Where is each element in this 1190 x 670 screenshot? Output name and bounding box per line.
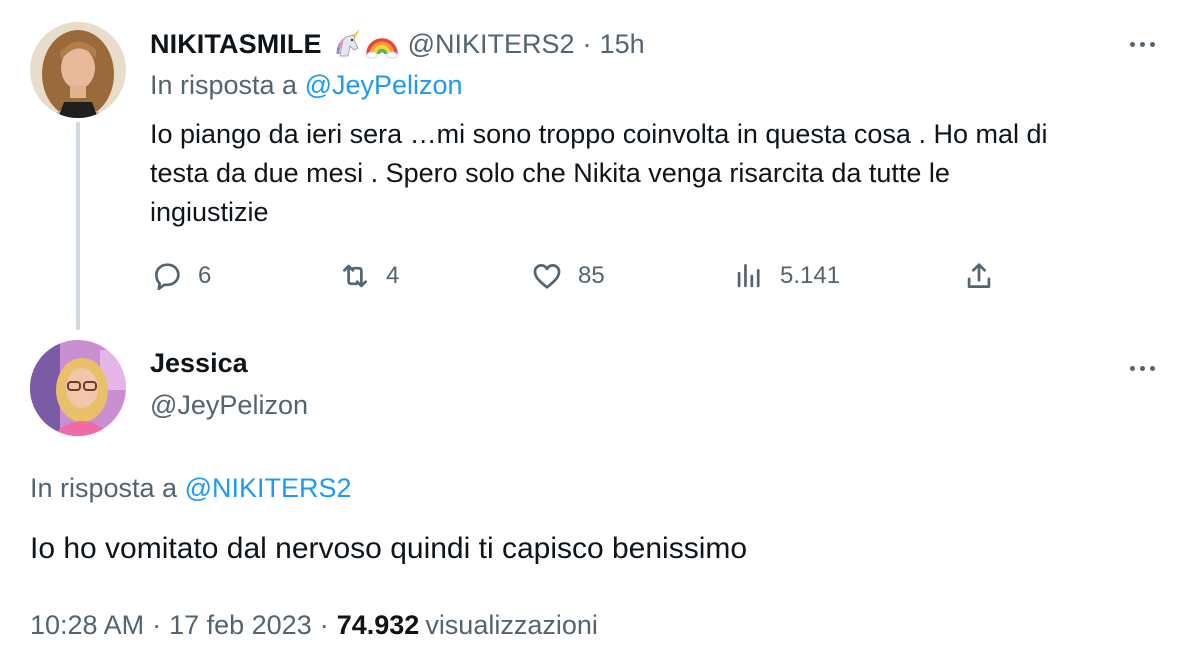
avatar-nikitasmile-image [30,22,126,118]
tweet1-display-name[interactable]: NIKITASMILE [150,29,322,60]
tweet1-text: Io piango da ieri sera …mi sono troppo c… [150,115,1170,232]
retweet-count: 4 [386,262,400,289]
tweet2-display-name[interactable]: Jessica [150,348,248,379]
tweet1-action-bar: 6 4 85 5.141 [150,254,1010,298]
retweet-button[interactable]: 4 [338,254,399,298]
meta-separator: · [319,610,329,640]
tweet1-text-line: testa da due mesi . Spero solo che Nikit… [150,158,950,188]
tweet1-reply-handle-link[interactable]: @JeyPelizon [305,70,463,100]
tweet1-text-line: Io piango da ieri sera …mi sono troppo c… [150,119,1048,149]
tweet2-reply-prefix: In risposta a [30,473,178,503]
tweet1-name-emojis [332,28,398,60]
tweet1-more-options-button[interactable] [1122,32,1162,56]
thread-connector-line [76,122,80,330]
tweet2-handle[interactable]: @JeyPelizon [150,390,308,421]
tweet2-meta: 10:28 AM · 17 feb 2023 · 74.932 visualiz… [30,610,598,641]
more-dot-icon [1149,41,1155,47]
tweet1-header: NIKITASMILE @NIKITERS2 · 15h [150,26,645,62]
views-button[interactable]: 5.141 [732,254,840,298]
more-dot-icon [1129,41,1135,47]
unicorn-emoji-icon [332,28,364,60]
tweet2-time[interactable]: 10:28 AM [30,610,144,641]
heart-icon [533,264,561,289]
reply-button[interactable]: 6 [150,254,211,298]
tweet1-timestamp[interactable]: 15h [600,29,645,60]
reply-count: 6 [198,262,212,289]
tweet1-handle[interactable]: @NIKITERS2 [408,29,575,60]
avatar-nikitasmile[interactable] [30,22,126,118]
avatar-jessica[interactable] [30,340,126,436]
more-dot-icon [1139,365,1145,371]
more-dot-icon [1149,365,1155,371]
more-dot-icon [1129,365,1135,371]
tweet2-views-label: visualizzazioni [425,610,598,640]
more-dot-icon [1139,41,1145,47]
tweet2-date[interactable]: 17 feb 2023 [169,610,312,641]
tweet2-views-count: 74.932 [336,610,420,640]
tweet1-reply-prefix: In risposta a [150,70,298,100]
share-button[interactable] [962,254,996,298]
views-count: 5.141 [780,262,841,289]
tweet2-text: Io ho vomitato dal nervoso quindi ti cap… [30,532,748,565]
rainbow-emoji-icon [365,28,398,60]
tweet1-replying-to: In risposta a @JeyPelizon [150,70,463,101]
like-count: 85 [578,262,605,289]
like-button[interactable]: 85 [530,254,605,298]
meta-separator: · [152,610,162,640]
views-chart-icon [737,264,760,288]
tweet2-replying-to: In risposta a @NIKITERS2 [30,473,352,504]
retweet-icon [343,264,367,288]
tweet2-reply-handle-link[interactable]: @NIKITERS2 [185,473,352,503]
tweet2-more-options-button[interactable] [1122,356,1162,380]
reply-icon [155,263,180,291]
tweet1-text-line: ingiustizie [150,197,269,227]
share-icon [967,263,991,288]
tweet1-separator: · [582,28,592,59]
avatar-jessica-image [30,340,126,436]
